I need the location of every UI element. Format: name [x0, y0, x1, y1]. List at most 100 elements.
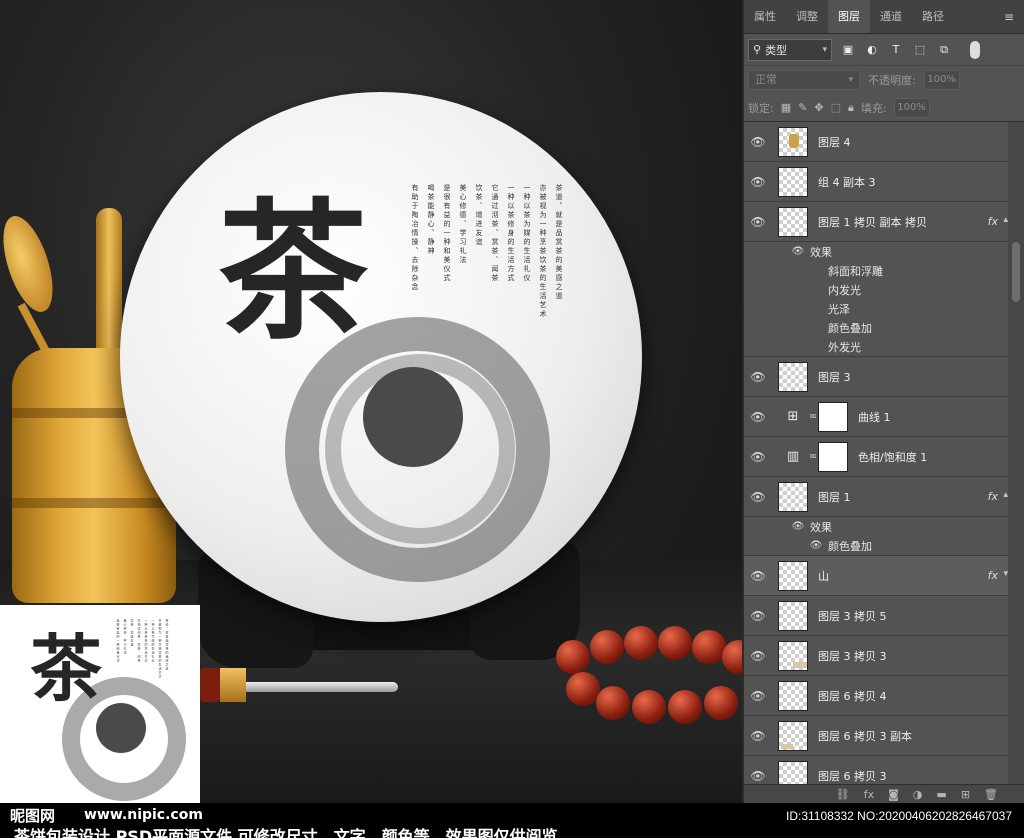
thumb-poem-column: 一种以茶为媒的生活礼仪 [151, 619, 155, 663]
eye-icon[interactable]: 👁︎ [744, 175, 772, 189]
watermark-bar: 昵图网 www.nipic.com ID:31108332 NO:2020040… [0, 803, 1024, 838]
site-url: www.nipic.com [84, 807, 203, 823]
layer-name: 图层 3 拷贝 5 [818, 609, 887, 623]
eye-icon[interactable]: 👁︎ [790, 246, 806, 257]
eye-icon[interactable]: 👁︎ [744, 649, 772, 663]
blend-row: 正常 ▾ 不透明度: 100% [744, 66, 1024, 94]
tab-properties[interactable]: 属性 [744, 0, 786, 33]
blend-mode-select[interactable]: 正常 ▾ [748, 70, 860, 90]
filter-toggle[interactable] [970, 40, 980, 59]
adjustment-icon[interactable]: ◑ [913, 788, 923, 801]
layer-name: 图层 4 [818, 135, 851, 149]
link-icon[interactable]: ∞ [808, 451, 818, 462]
layer-row[interactable]: 👁︎ 山 fx ▾ [744, 556, 1008, 596]
text-filter-icon[interactable]: T [888, 43, 904, 56]
layer-thumbnail [778, 720, 808, 751]
eye-icon[interactable]: 👁︎ [808, 540, 824, 551]
trash-icon[interactable]: 🗑︎ [984, 788, 998, 801]
layer-name: 图层 1 拷贝 副本 拷贝 [818, 215, 927, 229]
effect-item[interactable]: 颜色叠加 [744, 318, 1008, 337]
layer-row[interactable]: 👁︎ 图层 3 拷贝 3 [744, 636, 1008, 676]
fx-icon[interactable]: fx [988, 569, 998, 582]
eye-icon[interactable]: 👁︎ [744, 410, 772, 424]
chevron-down-icon: ▾ [822, 44, 827, 55]
thumb-poem-column: 它通过沏茶、赏茶、闻茶 [137, 619, 141, 663]
effect-item[interactable]: 光泽 [744, 299, 1008, 318]
layer-mask-thumbnail[interactable] [818, 401, 848, 432]
panel-menu-icon[interactable]: ≡ [1004, 10, 1014, 24]
layer-thumbnail [778, 361, 808, 392]
tab-adjustments[interactable]: 调整 [786, 0, 828, 33]
eye-icon[interactable]: 👁︎ [744, 769, 772, 783]
opacity-field[interactable]: 100% [923, 70, 960, 90]
scrollbar-thumb[interactable] [1012, 242, 1020, 302]
blend-mode-value: 正常 [755, 73, 777, 86]
lock-move-icon[interactable]: ✥ [814, 101, 823, 114]
link-icon[interactable]: ⛓ [836, 788, 850, 801]
effect-item[interactable]: 斜面和浮雕 [744, 261, 1008, 280]
eye-icon[interactable]: 👁︎ [744, 215, 772, 229]
eye-icon[interactable]: 👁︎ [744, 689, 772, 703]
layer-row[interactable]: 👁︎ 图层 6 拷贝 4 [744, 676, 1008, 716]
eye-icon[interactable]: 👁︎ [744, 569, 772, 583]
eye-icon[interactable]: 👁︎ [744, 450, 772, 464]
folder-icon[interactable]: ▬ [936, 788, 946, 801]
effects-title: 效果 [810, 245, 832, 259]
poem-text: 茶道，就是品赏茶的美感之道 亦被视为一种烹茶饮茶的生活艺术 一种以茶为媒的生活礼… [410, 184, 564, 384]
adjustment-filter-icon[interactable]: ◐ [864, 43, 880, 56]
thumb-ink-dot [96, 703, 146, 753]
layer-row[interactable]: 👁︎ 图层 4 [744, 122, 1008, 162]
layer-name: 色相/饱和度 1 [858, 450, 928, 464]
effect-item[interactable]: 👁︎ 颜色叠加 [744, 536, 1008, 555]
eye-icon[interactable]: 👁︎ [744, 370, 772, 384]
eye-icon[interactable]: 👁︎ [744, 609, 772, 623]
layer-name: 组 4 副本 3 [818, 175, 876, 189]
layer-mask-thumbnail[interactable] [818, 441, 848, 472]
search-icon: ⚲ [753, 43, 762, 56]
hue-saturation-icon: ▥ [786, 449, 800, 464]
layer-row[interactable]: 👁︎ 图层 1 fx ▴ [744, 477, 1008, 517]
layer-filter-select[interactable]: ⚲ 类型 ▾ [748, 38, 832, 61]
image-filter-icon[interactable]: ▣ [840, 43, 856, 56]
fx-icon[interactable]: fx [988, 490, 998, 503]
link-icon[interactable]: ∞ [808, 411, 818, 422]
layer-row[interactable]: 👁︎ 图层 1 拷贝 副本 拷贝 fx ▴ [744, 202, 1008, 242]
layer-thumbnail [778, 481, 808, 512]
eye-icon[interactable]: 👁︎ [790, 521, 806, 532]
fx-icon[interactable]: fx [864, 788, 874, 801]
shape-filter-icon[interactable]: ⬚ [912, 43, 928, 56]
chevron-down-icon: ▾ [848, 75, 853, 85]
eye-icon[interactable]: 👁︎ [744, 729, 772, 743]
new-layer-icon[interactable]: ⊞ [961, 788, 970, 801]
eye-icon[interactable]: 👁︎ [744, 490, 772, 504]
lock-transparency-icon[interactable]: ▦ [781, 101, 791, 114]
effects-header[interactable]: 👁︎ 效果 [744, 517, 1008, 536]
layer-effects: 👁︎ 效果 👁︎ 颜色叠加 [744, 517, 1008, 556]
layer-row[interactable]: 👁︎ ▥ ∞ 色相/饱和度 1 [744, 437, 1008, 477]
eye-icon[interactable]: 👁︎ [744, 135, 772, 149]
layer-row[interactable]: 👁︎ ⊞ ∞ 曲线 1 [744, 397, 1008, 437]
layer-row[interactable]: 👁︎ 组 4 副本 3 [744, 162, 1008, 202]
effect-item[interactable]: 外发光 [744, 337, 1008, 356]
smart-object-filter-icon[interactable]: ⧉ [936, 43, 952, 57]
lock-row: 锁定: ▦ ✎ ✥ ⬚ 🔒︎ 填充: 100% [744, 94, 1024, 122]
lock-artboard-icon[interactable]: ⬚ [831, 101, 841, 114]
layers-scrollbar[interactable] [1008, 122, 1024, 784]
bamboo-spoon [0, 210, 63, 318]
tab-layers[interactable]: 图层 [828, 0, 870, 33]
layer-row[interactable]: 👁︎ 图层 6 拷贝 3 副本 [744, 716, 1008, 756]
mask-icon[interactable]: ◙ [888, 788, 899, 801]
lock-brush-icon[interactable]: ✎ [798, 101, 807, 114]
tab-paths[interactable]: 路径 [912, 0, 954, 33]
tab-channels[interactable]: 通道 [870, 0, 912, 33]
fx-icon[interactable]: fx [988, 215, 998, 228]
layer-row[interactable]: 👁︎ 图层 3 [744, 357, 1008, 397]
effect-item[interactable]: 内发光 [744, 280, 1008, 299]
layer-row[interactable]: 👁︎ 图层 6 拷贝 3 [744, 756, 1008, 784]
fill-field[interactable]: 100% [893, 97, 930, 118]
lock-all-icon[interactable]: 🔒︎ [848, 101, 854, 115]
effects-header[interactable]: 👁︎ 效果 [744, 242, 1008, 261]
thumb-poem-column: 亦被视为一种烹茶饮茶的生活艺术 [158, 619, 162, 679]
layer-row[interactable]: 👁︎ 图层 3 拷贝 5 [744, 596, 1008, 636]
poem-column: 饮茶、增进友谊 [475, 184, 483, 247]
